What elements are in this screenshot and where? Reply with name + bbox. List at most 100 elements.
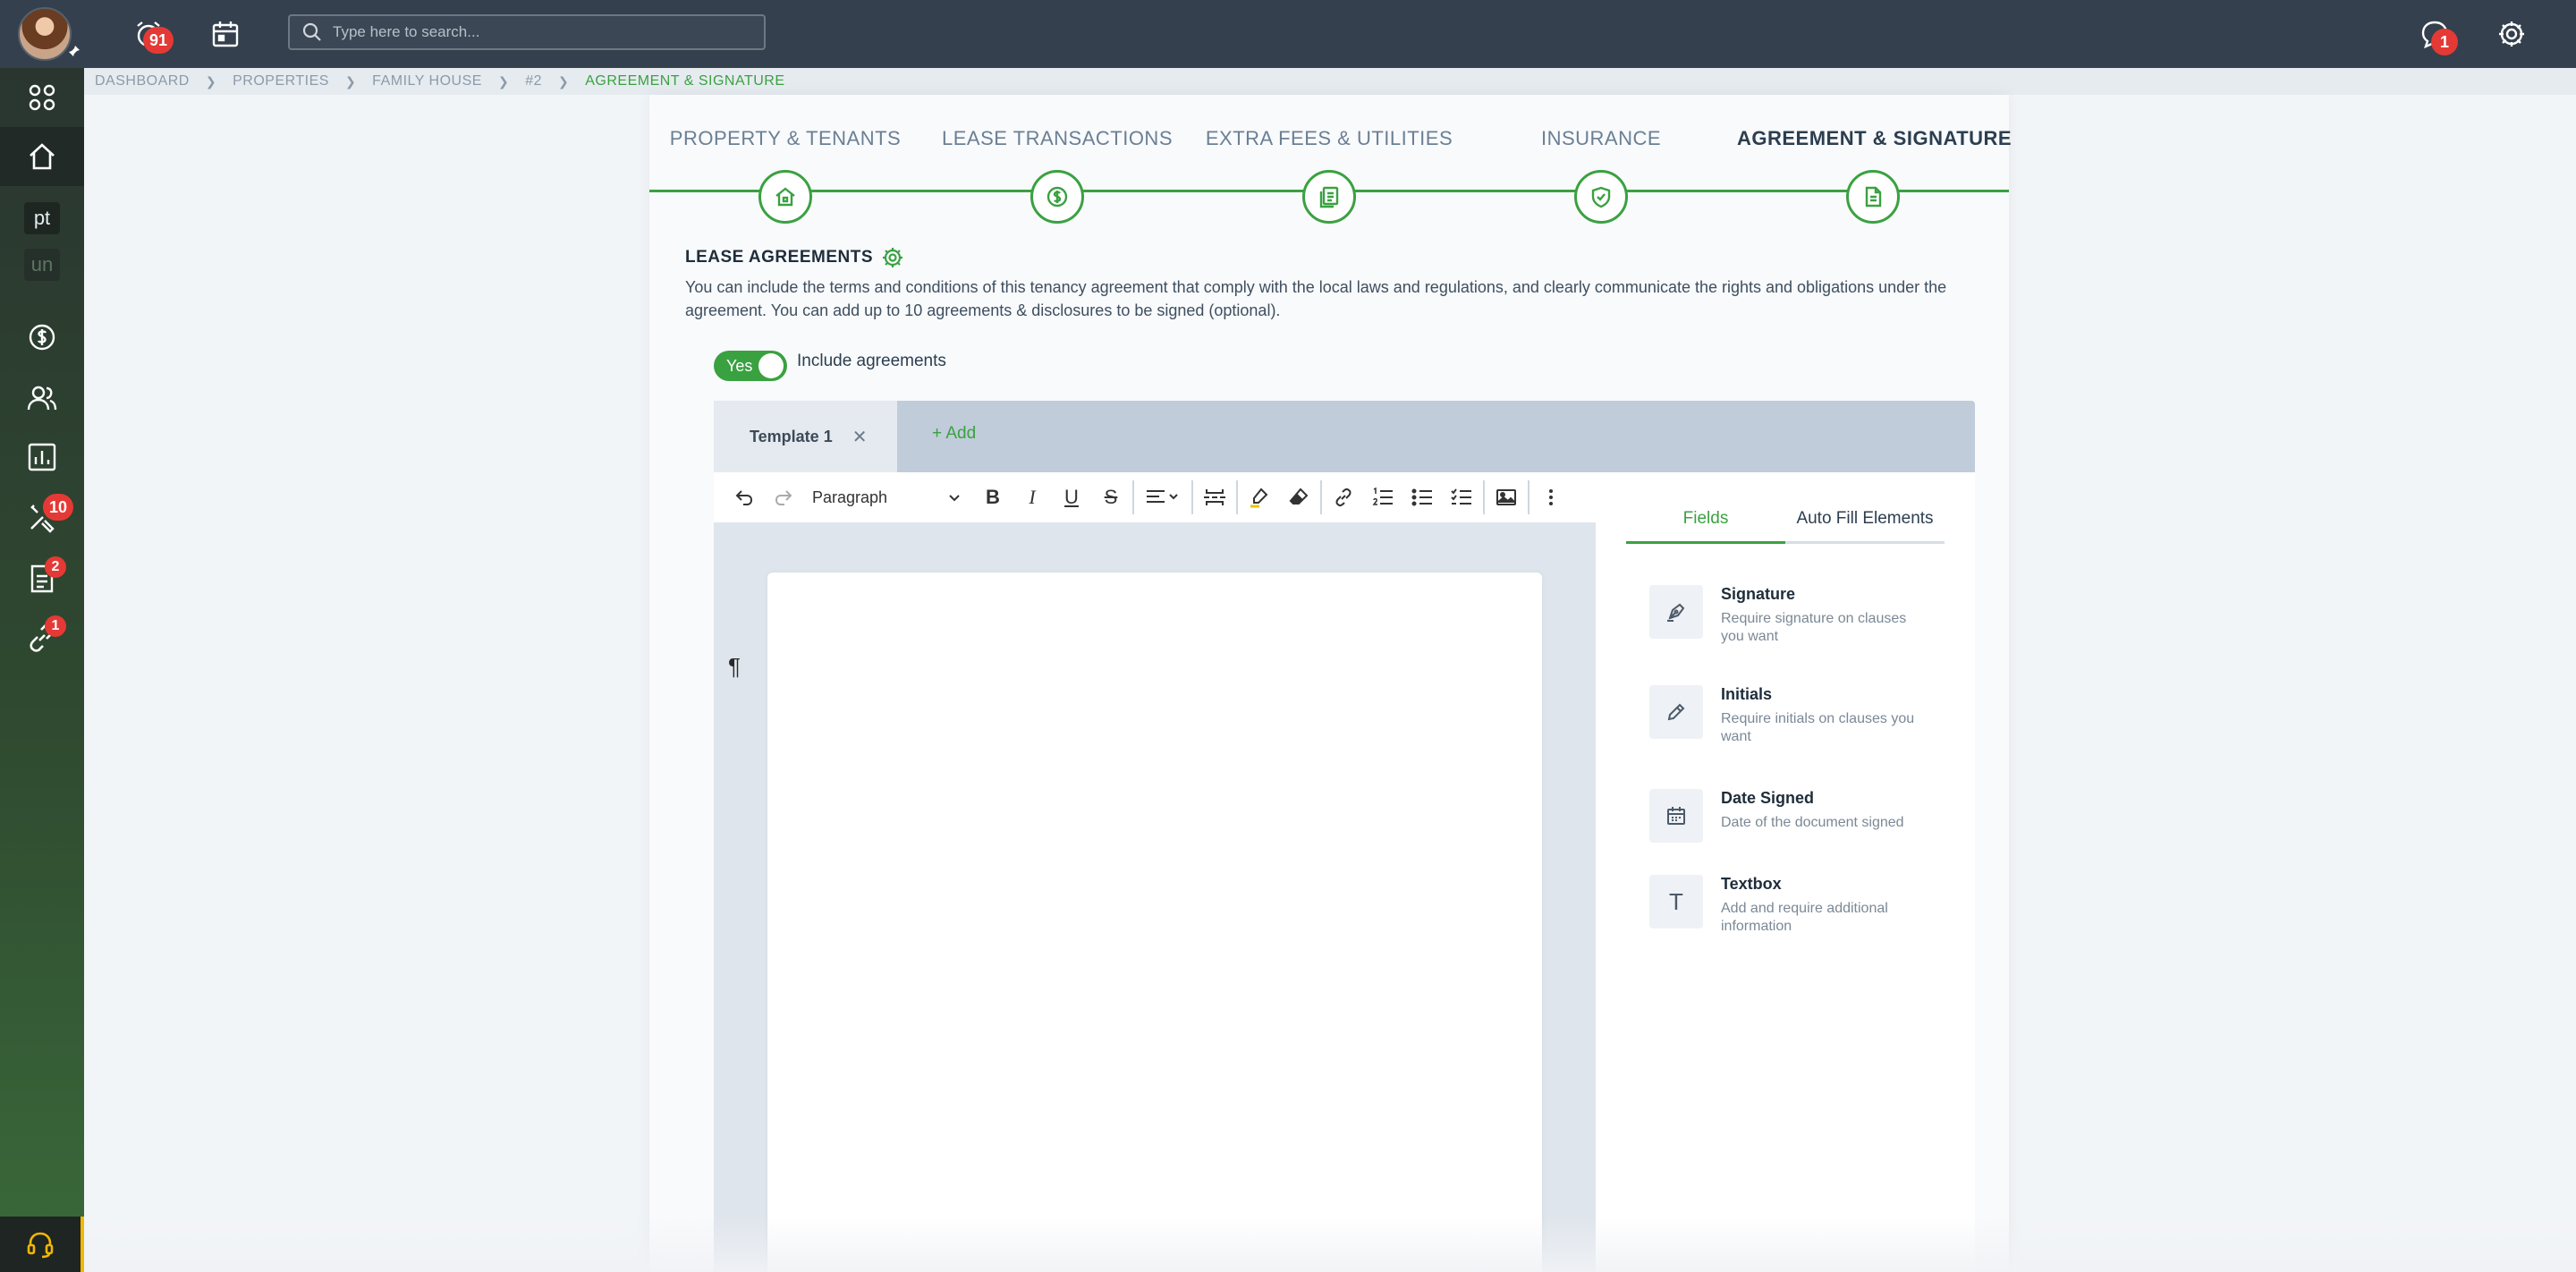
sidebar-item-links[interactable]: 1	[0, 608, 84, 667]
sidebar-item-pt[interactable]: pt	[0, 195, 84, 242]
breadcrumb-unit[interactable]: #2	[525, 73, 542, 89]
gear-icon	[2499, 21, 2524, 47]
step-agreement-signature[interactable]: AGREEMENT & SIGNATURE	[1737, 127, 2012, 224]
sidebar-item-home[interactable]	[0, 127, 84, 186]
step-extra-fees[interactable]: EXTRA FEES & UTILITIES	[1193, 127, 1465, 224]
toggle-label: Include agreements	[797, 352, 946, 370]
sidebar: pt un 10 2 1	[0, 68, 84, 1272]
sidebar-item-maintenance[interactable]: 10	[0, 488, 84, 547]
checklist-icon[interactable]	[1442, 478, 1481, 517]
avatar[interactable]	[18, 7, 72, 61]
field-initials[interactable]: Initials Require initials on clauses you…	[1649, 685, 1953, 757]
settings-button[interactable]	[2494, 16, 2529, 52]
bulleted-list-icon[interactable]	[1402, 478, 1442, 517]
include-agreements-toggle[interactable]: Yes	[714, 351, 787, 381]
messages-badge: 1	[2431, 29, 2458, 55]
breadcrumb-properties[interactable]: PROPERTIES	[233, 73, 329, 89]
breadcrumb-current: AGREEMENT & SIGNATURE	[585, 73, 785, 89]
search-input[interactable]	[333, 23, 744, 41]
page-break-icon[interactable]	[1195, 478, 1234, 517]
underline-icon[interactable]: U	[1052, 478, 1091, 517]
tab-fields[interactable]: Fields	[1626, 472, 1785, 544]
editor-page[interactable]	[767, 572, 1542, 1272]
section-title: LEASE AGREEMENTS	[685, 247, 903, 268]
numbered-list-icon[interactable]	[1363, 478, 1402, 517]
chevron-right-icon: ❯	[344, 73, 357, 89]
step-insurance[interactable]: INSURANCE	[1465, 127, 1737, 224]
field-signature-desc: Require signature on clauses you want	[1721, 611, 1907, 644]
sidebar-item-finance[interactable]	[0, 308, 84, 367]
step-label: AGREEMENT & SIGNATURE	[1737, 127, 2012, 149]
align-icon[interactable]	[1136, 478, 1190, 517]
toolbar-divider	[1483, 480, 1485, 514]
close-icon[interactable]: ✕	[852, 426, 868, 448]
more-vertical-icon[interactable]	[1531, 478, 1571, 517]
redo-icon[interactable]	[764, 478, 803, 517]
home-icon	[30, 143, 55, 170]
field-textbox-title: Textbox	[1721, 875, 1782, 893]
toolbar-divider	[1191, 480, 1193, 514]
tab-auto-fill-elements[interactable]: Auto Fill Elements	[1785, 472, 1945, 544]
section-title-text: LEASE AGREEMENTS	[685, 248, 873, 267]
messages-button[interactable]: 1	[2417, 16, 2458, 55]
breadcrumb-dashboard[interactable]: DASHBOARD	[95, 73, 190, 89]
documents-badge: 2	[45, 556, 66, 578]
add-template-button[interactable]: + Add	[932, 424, 976, 444]
field-initials-desc: Require initials on clauses you want	[1721, 711, 1915, 744]
eraser-icon[interactable]	[1279, 478, 1318, 517]
search-icon	[302, 22, 321, 41]
breadcrumb: DASHBOARD ❯ PROPERTIES ❯ FAMILY HOUSE ❯ …	[84, 68, 2576, 95]
support-button[interactable]	[0, 1217, 84, 1272]
sidebar-item-reports[interactable]	[0, 428, 84, 487]
editor-area: ¶	[714, 522, 1596, 1272]
chevron-right-icon: ❯	[205, 73, 217, 89]
settings-gear-icon[interactable]	[882, 247, 903, 268]
bold-icon[interactable]: B	[973, 478, 1013, 517]
sidebar-item-un-label: un	[24, 249, 60, 281]
field-date-signed-title: Date Signed	[1721, 789, 1815, 807]
calendar-icon	[212, 21, 239, 47]
users-icon	[27, 386, 57, 411]
pin-icon	[68, 45, 82, 59]
top-bar: 91 1	[0, 0, 2576, 68]
search-box[interactable]	[288, 14, 766, 50]
sidebar-item-people[interactable]	[0, 369, 84, 428]
breadcrumb-family-house[interactable]: FAMILY HOUSE	[372, 73, 482, 89]
sidebar-item-un[interactable]: un	[0, 242, 84, 288]
field-signature-title: Signature	[1721, 585, 1796, 603]
field-textbox[interactable]: T Textbox Add and require additional inf…	[1649, 875, 1953, 946]
strikethrough-icon[interactable]: S	[1091, 478, 1131, 517]
fields-panel: Fields Auto Fill Elements Signature Requ…	[1596, 472, 1975, 1272]
receipts-icon	[1302, 170, 1356, 224]
sidebar-item-pt-label: pt	[24, 202, 60, 234]
dollar-icon	[1030, 170, 1084, 224]
field-date-signed[interactable]: Date Signed Date of the document signed	[1649, 789, 1953, 861]
image-icon[interactable]	[1487, 478, 1526, 517]
links-badge: 1	[45, 615, 66, 637]
alerts-button[interactable]: 91	[131, 16, 174, 54]
italic-icon[interactable]: I	[1013, 478, 1052, 517]
field-date-signed-desc: Date of the document signed	[1721, 815, 1904, 830]
headset-icon	[27, 1232, 54, 1259]
toggle-knob	[758, 353, 784, 378]
undo-icon[interactable]	[724, 478, 764, 517]
pilcrow-icon: ¶	[728, 653, 741, 680]
paragraph-style-select[interactable]: Paragraph	[803, 478, 973, 517]
tab-template-1[interactable]: Template 1 ✕	[714, 401, 897, 472]
step-property-tenants[interactable]: PROPERTY & TENANTS	[649, 127, 921, 224]
pen-nib-icon	[1649, 585, 1703, 639]
toolbar-divider	[1132, 480, 1134, 514]
calendar-button[interactable]	[208, 16, 243, 52]
chevron-right-icon: ❯	[557, 73, 570, 89]
calendar-icon	[1649, 789, 1703, 843]
apps-grid-icon	[29, 84, 55, 111]
step-lease-transactions[interactable]: LEASE TRANSACTIONS	[921, 127, 1193, 224]
text-t-icon: T	[1649, 875, 1703, 929]
wizard-card: PROPERTY & TENANTS LEASE TRANSACTIONS EX…	[649, 95, 2012, 1272]
sidebar-item-documents[interactable]: 2	[0, 549, 84, 608]
tab-template-label: Template 1	[750, 427, 833, 445]
sidebar-item-apps[interactable]	[0, 68, 84, 127]
highlight-icon[interactable]	[1240, 478, 1279, 517]
field-signature[interactable]: Signature Require signature on clauses y…	[1649, 585, 1953, 657]
link-icon[interactable]	[1324, 478, 1363, 517]
